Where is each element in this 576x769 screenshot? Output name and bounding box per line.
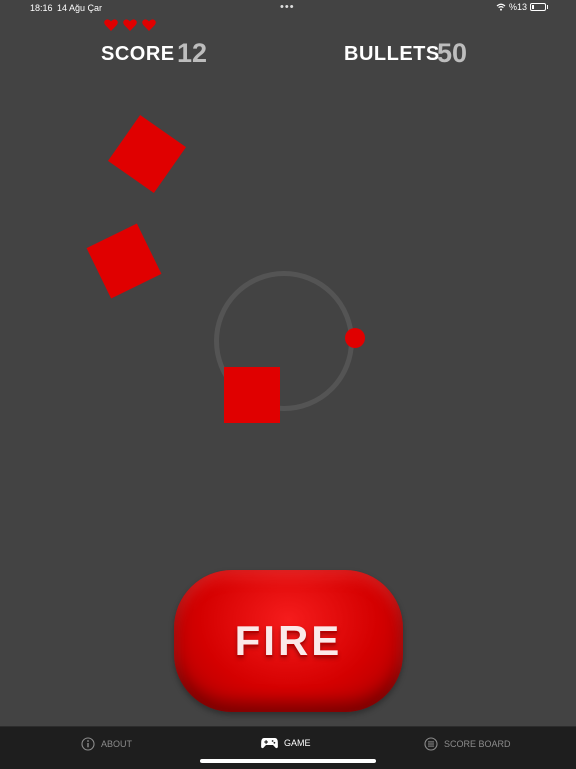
bullet-dot [345,328,365,348]
wifi-icon [496,3,506,11]
heart-icon [104,19,118,31]
battery-fill [532,5,534,9]
list-icon [424,737,438,751]
heart-icon [142,19,156,31]
lives-indicator [104,19,156,31]
home-indicator[interactable] [200,759,376,763]
status-date: 14 Ağu Çar [57,3,103,13]
status-bar: 18:16 14 Ağu Çar ••• %13 [0,0,576,16]
player-square [224,367,280,423]
multitask-dots-icon[interactable]: ••• [280,1,295,13]
tab-score-board[interactable]: SCORE BOARD [424,737,511,751]
tab-about-label: ABOUT [101,739,133,749]
score-value: 12 [177,38,208,68]
tab-about[interactable]: ABOUT [81,737,132,751]
bullets-value: 50 [437,38,468,68]
tab-game[interactable]: GAME [261,737,311,749]
status-right: %13 [496,2,548,12]
tab-score-board-label: SCORE BOARD [444,739,511,749]
enemy-square [108,115,186,193]
info-icon [81,737,95,751]
fire-button-label: FIRE [234,617,343,664]
bullets-label: BULLETS [344,43,440,65]
fire-button[interactable]: FIRE [174,570,403,712]
heart-icon [123,19,137,31]
score-label: SCORE [101,43,175,65]
status-time: 18:16 [30,3,53,13]
battery-percent: %13 [508,2,527,12]
tab-game-label: GAME [284,738,311,748]
gamepad-icon [261,738,278,749]
enemy-square [86,223,162,299]
battery-icon [530,3,548,11]
